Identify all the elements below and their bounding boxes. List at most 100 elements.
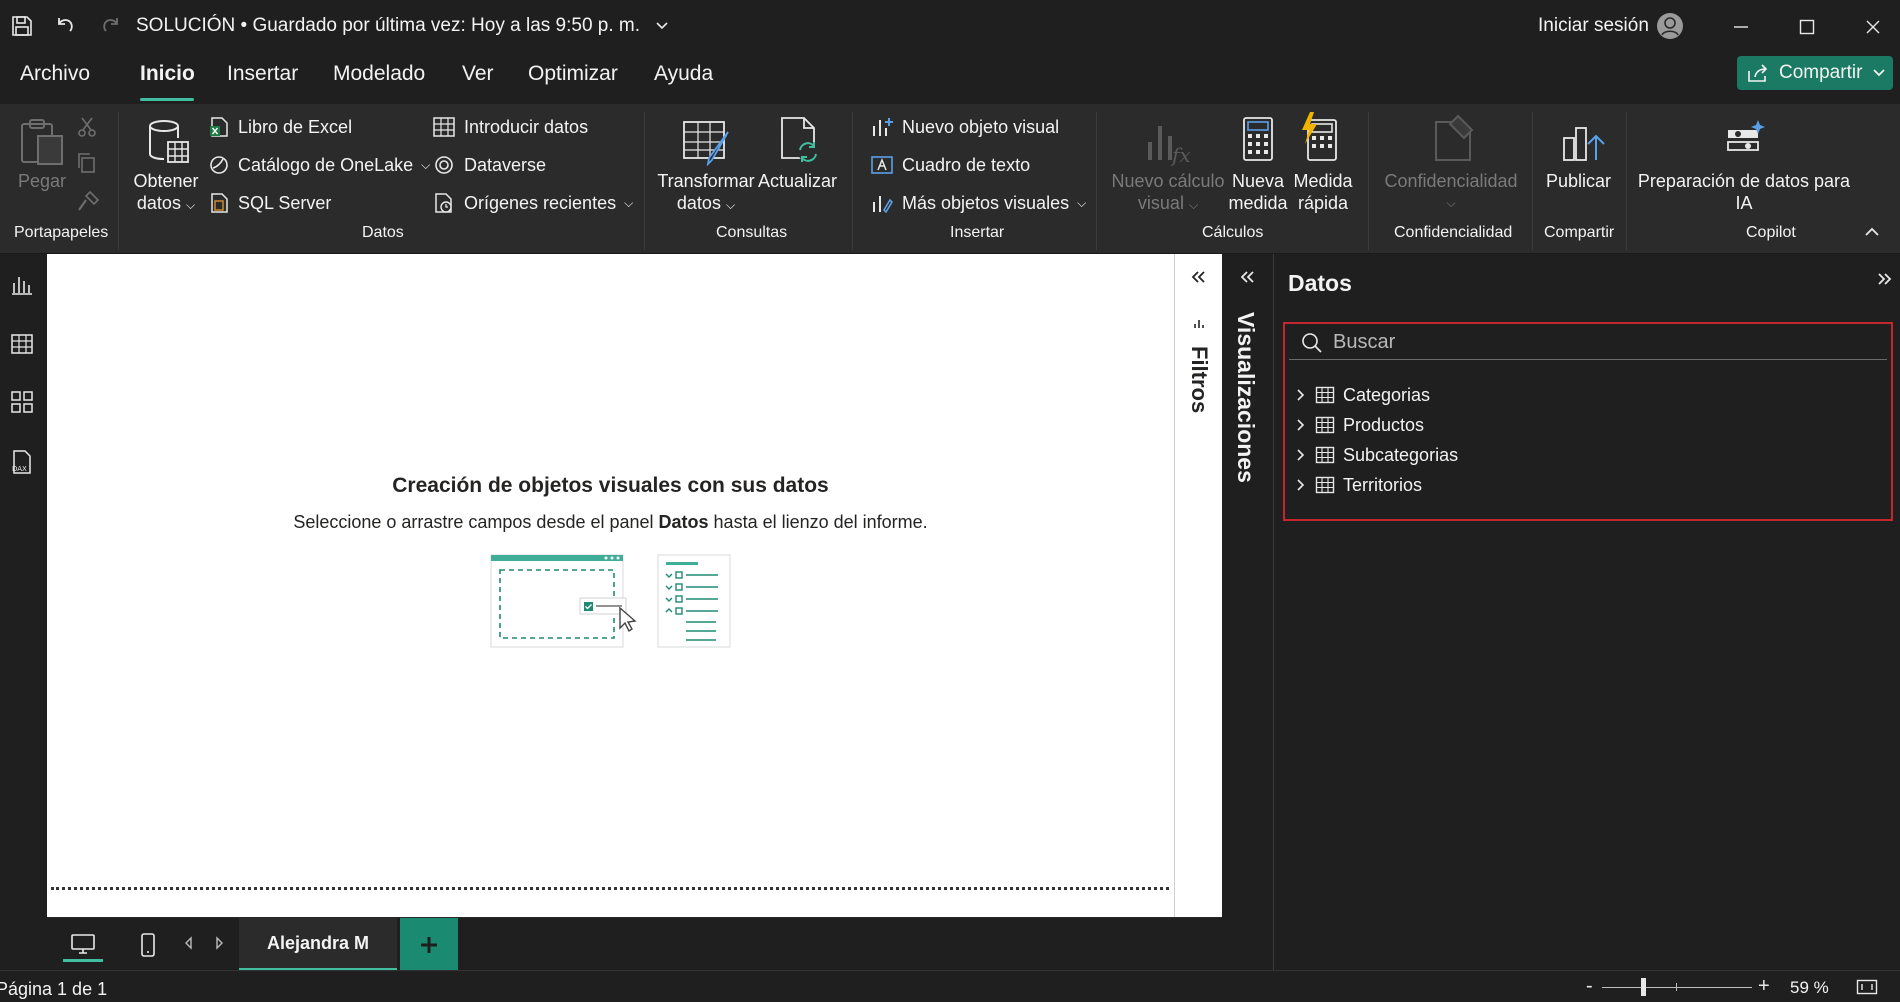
chevron-right-icon[interactable] (1295, 448, 1307, 462)
add-page-button[interactable] (400, 918, 458, 971)
table-name: Productos (1343, 414, 1425, 435)
recent-sources-button[interactable]: Orígenes recientes ⌵ (432, 192, 633, 214)
transform-data-button[interactable]: Transformar datos ⌵ (656, 170, 756, 216)
menu-ver[interactable]: Ver (462, 62, 494, 86)
page-boundary-line (51, 887, 1169, 890)
search-input[interactable] (1333, 331, 1873, 354)
visualizations-label[interactable]: Visualizaciones (1232, 312, 1259, 483)
transform-data-icon (682, 118, 732, 166)
table-item-productos[interactable]: Productos (1295, 410, 1424, 440)
expand-visualizations-icon[interactable] (1238, 270, 1256, 284)
view-switcher: DAX (0, 254, 46, 970)
enter-data-button[interactable]: Introducir datos (432, 116, 588, 138)
redo-icon[interactable] (96, 12, 124, 40)
more-visuals-button[interactable]: Más objetos visuales ⌵ (870, 192, 1086, 214)
collapse-ribbon-icon[interactable] (1864, 226, 1880, 238)
maximize-button[interactable] (1782, 10, 1832, 44)
chevron-right-icon[interactable] (1295, 388, 1307, 402)
menu-bar: Archivo Inicio Insertar Modelado Ver Opt… (0, 54, 1900, 104)
group-compartir: Compartir (1544, 224, 1615, 241)
undo-icon[interactable] (52, 12, 80, 40)
canvas-empty-title: Creación de objetos visuales con sus dat… (392, 474, 829, 497)
menu-archivo[interactable]: Archivo (20, 62, 90, 86)
table-name: Territorios (1343, 474, 1423, 495)
menu-optimizar[interactable]: Optimizar (528, 62, 618, 86)
quick-measure-button[interactable]: Medida rápida (1290, 170, 1356, 214)
previous-page-icon[interactable] (183, 936, 193, 950)
dax-query-view-icon[interactable]: DAX (6, 446, 38, 478)
ai-data-prep-button[interactable]: Preparación de datos para IA (1634, 170, 1854, 214)
group-copilot: Copilot (1746, 224, 1796, 241)
collapse-data-pane-icon[interactable] (1875, 272, 1893, 286)
next-page-icon[interactable] (215, 936, 225, 950)
cut-icon[interactable] (76, 116, 98, 138)
document-title[interactable]: SOLUCIÓN • Guardado por última vez: Hoy … (136, 15, 669, 37)
table-view-icon[interactable] (6, 328, 38, 360)
excel-workbook-button[interactable]: Libro de Excel (208, 116, 352, 138)
fit-to-page-icon[interactable] (1856, 979, 1878, 995)
group-separator (1368, 112, 1369, 250)
search-box[interactable] (1289, 326, 1887, 360)
new-measure-button[interactable]: Nueva medida (1224, 170, 1292, 214)
new-calc-label-2: visual ⌵ (1137, 193, 1199, 213)
group-separator (1626, 112, 1627, 250)
new-visual-calc-button[interactable]: Nuevo cálculo visual ⌵ (1108, 170, 1228, 216)
refresh-button[interactable]: Actualizar (758, 170, 837, 192)
onelake-label: Catálogo de OneLake (238, 154, 414, 175)
table-item-categorias[interactable]: Categorias (1295, 380, 1430, 410)
zoom-out-button[interactable]: - (1586, 975, 1593, 998)
menu-ayuda[interactable]: Ayuda (654, 62, 713, 86)
database-icon (146, 118, 190, 166)
report-view-icon[interactable] (6, 268, 38, 300)
get-data-button[interactable]: Obtener datos ⌵ (128, 170, 204, 216)
dataverse-button[interactable]: Dataverse (432, 154, 546, 176)
close-button[interactable] (1848, 10, 1898, 44)
menu-insertar[interactable]: Insertar (227, 62, 298, 86)
ai-prep-label-2: IA (1735, 193, 1753, 213)
recent-sources-icon (432, 192, 456, 214)
textbox-label: Cuadro de texto (902, 154, 1031, 175)
ai-data-prep-icon (1724, 118, 1766, 158)
sign-in-link[interactable]: Iniciar sesión (1538, 15, 1649, 37)
status-bar: Página 1 de 1 - + 59 % (0, 970, 1900, 1002)
chevron-down-icon: ⌵ (1077, 195, 1087, 210)
page-tabs-bar: Alejandra M (47, 917, 1222, 971)
filters-label[interactable]: Filtros (1186, 346, 1212, 413)
share-button[interactable]: Compartir (1737, 56, 1893, 90)
sensitivity-button[interactable]: Confidencialidad ⌵ (1378, 170, 1524, 214)
minimize-button[interactable] (1716, 10, 1766, 44)
avatar-icon[interactable] (1656, 12, 1684, 40)
zoom-in-button[interactable]: + (1758, 975, 1770, 998)
page-tab[interactable]: Alejandra M (239, 918, 397, 971)
title-dropdown-icon[interactable] (655, 21, 669, 31)
new-measure-label-2: medida (1228, 193, 1288, 213)
chevron-down-icon: ⌵ (1446, 196, 1456, 210)
chevron-right-icon[interactable] (1295, 478, 1307, 492)
group-separator (852, 112, 853, 250)
new-calc-label-1: Nuevo cálculo (1111, 171, 1225, 191)
ai-prep-label-1: Preparación de datos para (1637, 171, 1851, 191)
onelake-catalog-button[interactable]: Catálogo de OneLake ⌵ (208, 154, 430, 176)
table-item-territorios[interactable]: Territorios (1295, 470, 1422, 500)
menu-modelado[interactable]: Modelado (333, 62, 425, 86)
model-view-icon[interactable] (6, 386, 38, 418)
expand-filters-icon[interactable] (1189, 270, 1207, 284)
sql-server-icon (208, 192, 230, 214)
table-item-subcategorias[interactable]: Subcategorias (1295, 440, 1458, 470)
report-canvas[interactable]: Creación de objetos visuales con sus dat… (47, 254, 1174, 917)
group-insertar: Insertar (950, 224, 1005, 241)
zoom-slider-thumb[interactable] (1640, 978, 1646, 996)
menu-inicio[interactable]: Inicio (140, 62, 195, 86)
new-visual-button[interactable]: Nuevo objeto visual (870, 116, 1059, 138)
publish-button[interactable]: Publicar (1546, 170, 1611, 192)
desktop-layout-icon[interactable] (63, 928, 103, 962)
paste-button[interactable]: Pegar (18, 170, 66, 192)
chevron-right-icon[interactable] (1295, 418, 1307, 432)
mobile-layout-icon[interactable] (133, 928, 163, 962)
sql-server-button[interactable]: SQL Server (208, 192, 331, 214)
format-painter-icon[interactable] (76, 190, 100, 212)
copy-icon[interactable] (76, 152, 98, 174)
textbox-button[interactable]: Cuadro de texto (870, 154, 1030, 176)
save-icon[interactable] (8, 12, 36, 40)
zoom-slider-track[interactable] (1602, 987, 1752, 988)
